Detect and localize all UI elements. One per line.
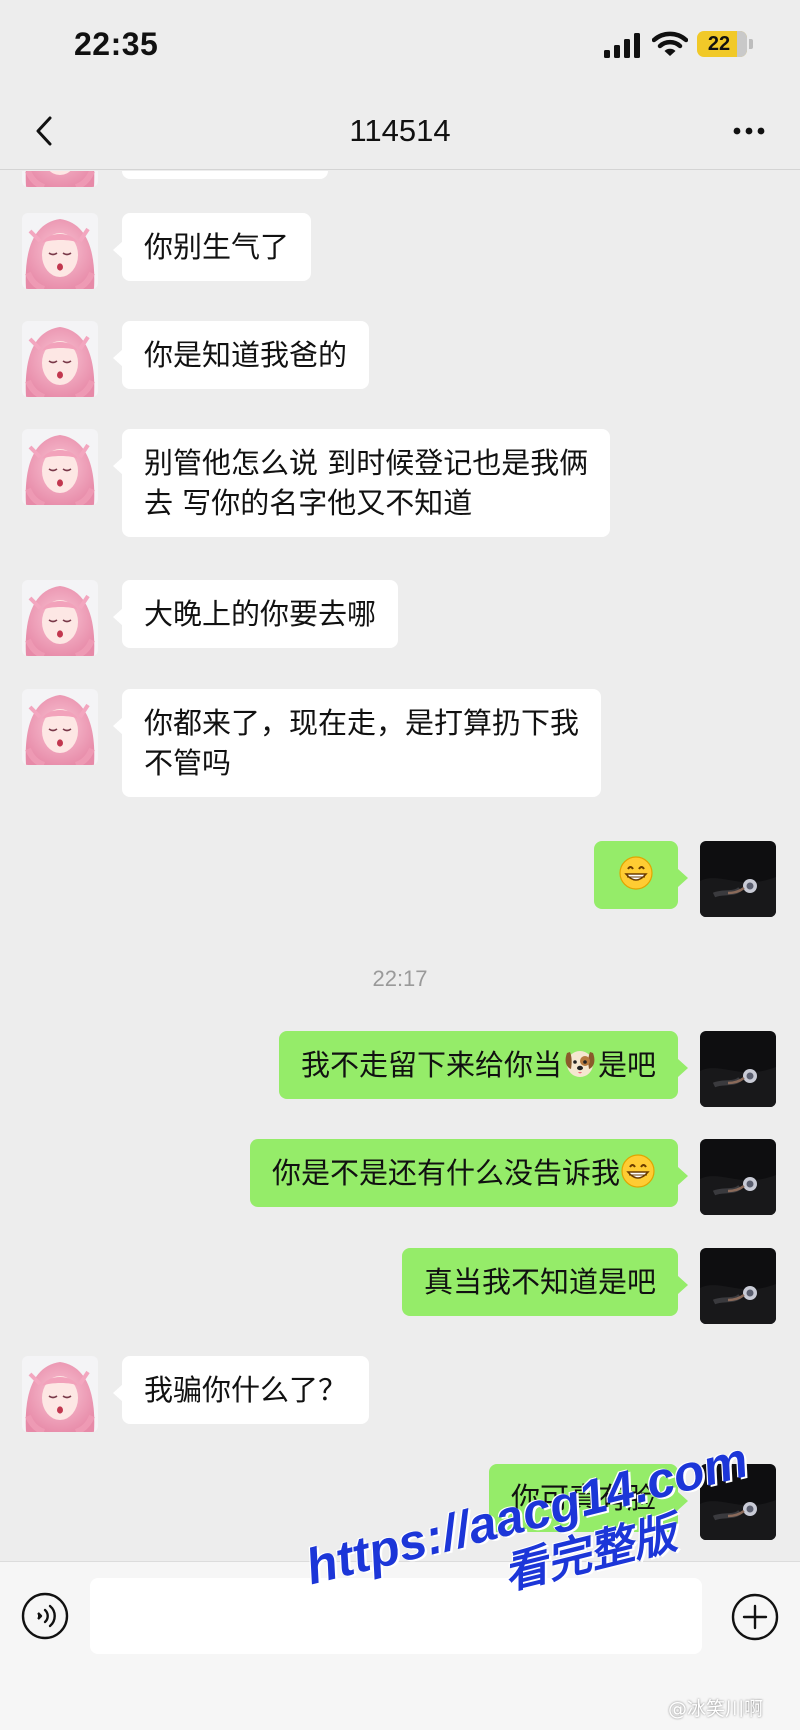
contact-avatar[interactable]	[22, 1356, 98, 1432]
status-bar: 22:35 22	[0, 0, 800, 92]
chevron-left-icon[interactable]	[22, 106, 72, 156]
more-dots-icon[interactable]	[724, 106, 774, 156]
contact-avatar[interactable]	[22, 429, 98, 505]
battery-icon: 22	[697, 31, 747, 57]
user-avatar[interactable]	[700, 841, 776, 917]
signal-icon	[604, 32, 642, 58]
message-list[interactable]: 你别生气了 你是知道我爸的 别管他怎么说 到时候登记也是我俩 去 写你的名字他又…	[0, 171, 800, 1561]
contact-avatar[interactable]	[22, 213, 98, 289]
grinning-face-emoji	[618, 855, 654, 891]
wifi-icon	[652, 31, 688, 56]
contact-avatar[interactable]	[22, 689, 98, 765]
chat-title: 114514	[349, 113, 451, 148]
message-bubble[interactable]: 你是不是还有什么没告诉我	[249, 1139, 689, 1207]
message-bubble[interactable]	[122, 171, 328, 179]
message-bubble[interactable]: 你是知道我爸的	[112, 321, 370, 389]
plus-circle-icon[interactable]	[729, 1591, 781, 1643]
voice-icon[interactable]	[20, 1591, 70, 1641]
contact-avatar[interactable]	[22, 171, 98, 187]
message-bubble[interactable]: 真当我不知道是吧	[401, 1248, 689, 1316]
message-line: 不管吗	[144, 746, 232, 780]
grinning-face-emoji	[620, 1153, 656, 1189]
user-avatar[interactable]	[700, 1031, 776, 1107]
message-bubble[interactable]: 我骗你什么了？	[112, 1356, 370, 1424]
contact-avatar[interactable]	[22, 580, 98, 656]
user-avatar[interactable]	[700, 1139, 776, 1215]
time-divider: 22:17	[372, 966, 428, 991]
message-bubble[interactable]: 别管他怎么说 到时候登记也是我俩 去 写你的名字他又不知道	[112, 429, 611, 537]
battery-cap	[749, 39, 753, 49]
message-bubble[interactable]: 大晚上的你要去哪	[112, 580, 399, 648]
message-bubble[interactable]: 我不走留下来给你当 是吧	[278, 1031, 689, 1099]
message-bubble[interactable]: 你别生气了	[112, 213, 312, 281]
dog-face-emoji	[562, 1045, 598, 1081]
message-bubble[interactable]	[594, 841, 688, 909]
status-time: 22:35	[74, 26, 159, 62]
nav-bar: 114514	[0, 92, 800, 170]
source-credit: @冰笑川啊	[668, 1698, 764, 1720]
message-line: 你都来了，现在走，是打算扔下我	[144, 706, 580, 740]
user-avatar[interactable]	[700, 1248, 776, 1324]
message-line: 别管他怎么说 到时候登记也是我俩	[144, 446, 589, 480]
message-text: 是吧	[597, 1048, 656, 1082]
battery-level: 22	[707, 33, 731, 55]
message-text: 你是不是还有什么没告诉我	[271, 1156, 620, 1190]
message-text: 我不走留下来给你当	[300, 1048, 562, 1082]
contact-avatar[interactable]	[22, 321, 98, 397]
message-bubble[interactable]: 你都来了，现在走，是打算扔下我 不管吗	[112, 689, 602, 797]
message-line: 去 写你的名字他又不知道	[144, 486, 473, 520]
